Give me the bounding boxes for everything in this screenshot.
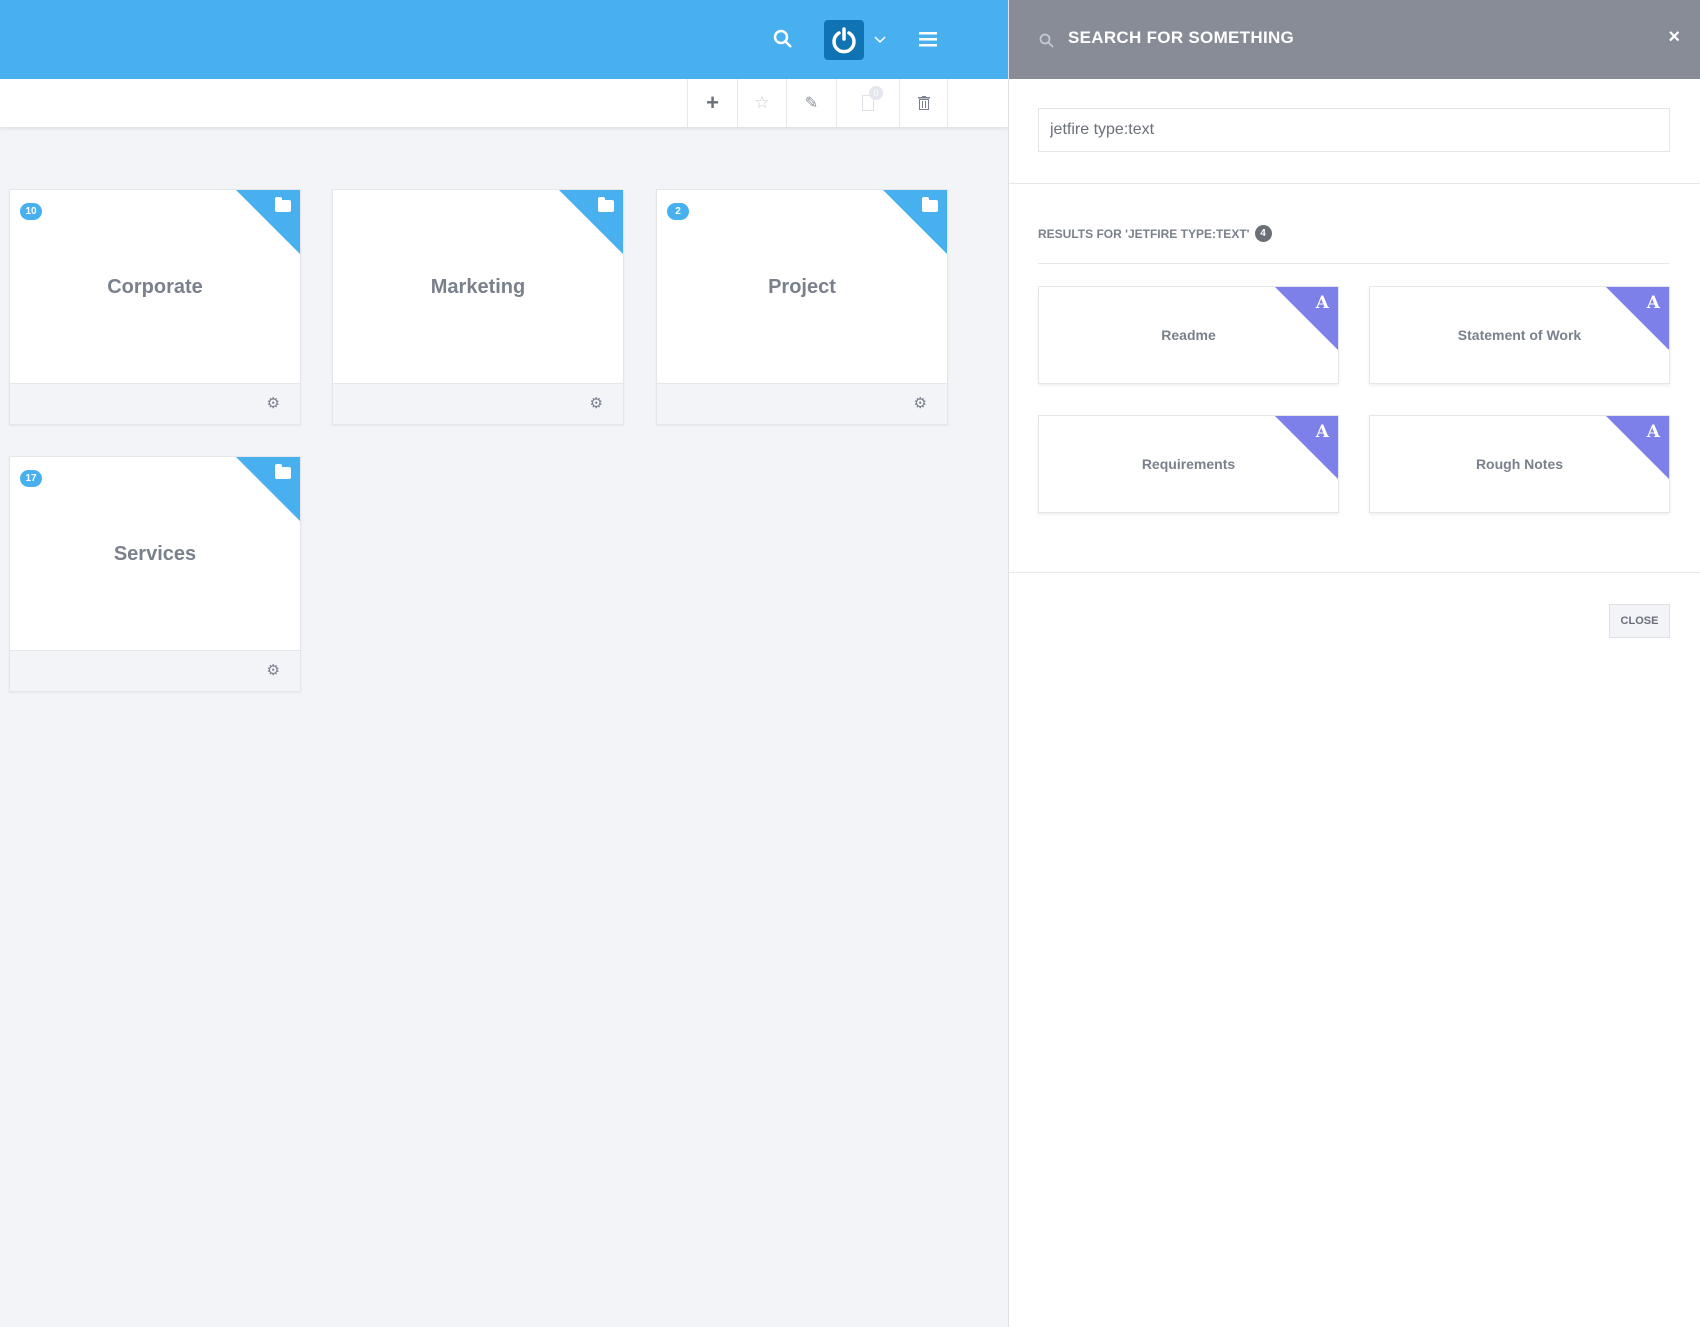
results-heading: RESULTS FOR 'JETFIRE TYPE:TEXT' 4 [1038, 225, 1272, 242]
close-button[interactable]: CLOSE [1609, 604, 1670, 638]
gear-icon[interactable]: ⚙ [267, 394, 280, 412]
result-card[interactable]: A Rough Notes [1369, 415, 1670, 513]
favorite-button[interactable]: ☆ [737, 79, 786, 127]
gear-icon[interactable]: ⚙ [590, 394, 603, 412]
gear-icon[interactable]: ⚙ [914, 394, 927, 412]
search-icon[interactable] [772, 28, 794, 50]
edit-button[interactable]: ✎ [786, 79, 836, 127]
folder-icon [598, 197, 614, 212]
edit-icon: ✎ [804, 95, 819, 112]
search-panel-header: SEARCH FOR SOMETHING × [1009, 0, 1700, 79]
results-heading-text: RESULTS FOR 'JETFIRE TYPE:TEXT' [1038, 226, 1250, 241]
trash-icon [917, 96, 930, 110]
result-title: Statement of Work [1457, 327, 1582, 343]
divider [1009, 183, 1700, 184]
power-icon[interactable] [824, 20, 864, 60]
folder-title: Project [768, 276, 836, 298]
search-icon [1039, 33, 1054, 48]
gear-icon[interactable]: ⚙ [267, 661, 280, 679]
result-title: Readme [1161, 327, 1216, 343]
search-input[interactable] [1038, 108, 1670, 152]
result-title: Requirements [1141, 456, 1236, 472]
divider [1038, 263, 1669, 264]
plus-icon: + [706, 90, 719, 115]
result-title: Rough Notes [1475, 456, 1564, 472]
result-card[interactable]: A Requirements [1038, 415, 1339, 513]
search-panel-title: SEARCH FOR SOMETHING [1068, 28, 1295, 47]
result-card[interactable]: A Statement of Work [1369, 286, 1670, 384]
text-type-icon: A [1315, 422, 1329, 442]
chevron-down-icon[interactable] [873, 34, 887, 46]
hamburger-icon[interactable] [918, 30, 938, 48]
folder-title: Marketing [430, 276, 526, 298]
folder-title: Corporate [107, 276, 203, 298]
folder-card-corporate[interactable]: 10 Corporate ⚙ [9, 189, 301, 425]
clipboard-count: 0 [869, 86, 883, 100]
folder-card-services[interactable]: 17 Services ⚙ [9, 456, 301, 692]
count-badge: 10 [20, 203, 42, 220]
toolbar: + ☆ ✎ 0 [0, 79, 1008, 127]
count-badge: 2 [667, 203, 689, 220]
divider [1009, 572, 1700, 573]
star-icon: ☆ [754, 93, 770, 112]
clipboard-button[interactable]: 0 [836, 79, 899, 127]
folder-icon [275, 197, 291, 212]
close-icon[interactable]: × [1668, 26, 1680, 49]
top-header [0, 0, 1008, 79]
add-button[interactable]: + [687, 79, 737, 127]
folder-title: Services [113, 543, 197, 565]
text-type-icon: A [1646, 293, 1660, 313]
folder-card-marketing[interactable]: Marketing ⚙ [332, 189, 624, 425]
text-type-icon: A [1646, 422, 1660, 442]
count-badge: 17 [20, 470, 42, 487]
folder-card-project[interactable]: 2 Project ⚙ [656, 189, 948, 425]
text-type-icon: A [1315, 293, 1329, 313]
results-count-badge: 4 [1254, 225, 1272, 242]
search-panel: SEARCH FOR SOMETHING × RESULTS FOR 'JETF… [1008, 0, 1700, 1327]
folder-icon [275, 464, 291, 479]
folder-icon [922, 197, 938, 212]
result-card[interactable]: A Readme [1038, 286, 1339, 384]
delete-button[interactable] [899, 79, 948, 127]
clipboard-icon: 0 [862, 86, 883, 111]
